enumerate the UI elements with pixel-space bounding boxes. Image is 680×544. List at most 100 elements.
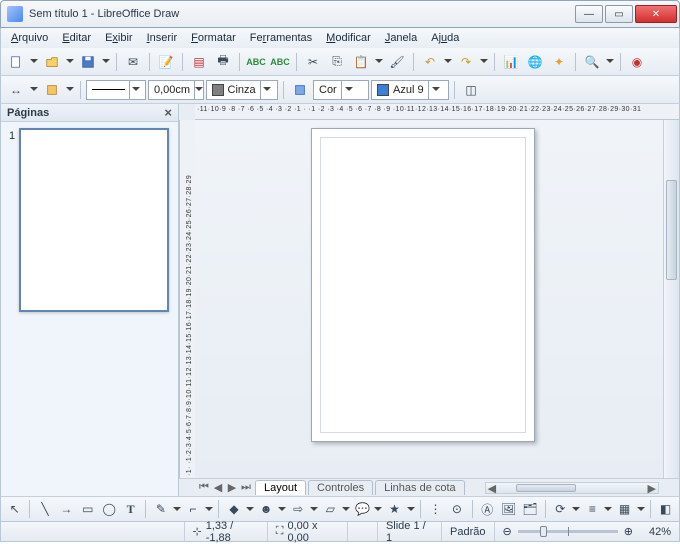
extrusion-tool[interactable]: ◧	[656, 498, 675, 520]
vertical-scrollbar[interactable]	[663, 120, 679, 478]
page[interactable]	[311, 128, 535, 442]
arrange-dropdown[interactable]	[636, 498, 645, 520]
callout-dropdown[interactable]	[374, 498, 383, 520]
zoom-out-icon[interactable]: ⊖	[503, 525, 512, 538]
gallery-tool[interactable]: 🗂	[520, 498, 539, 520]
drawing-canvas[interactable]	[195, 120, 663, 478]
tab-controles[interactable]: Controles	[308, 480, 373, 495]
chart-button[interactable]: 📊	[500, 51, 522, 73]
menu-ajuda[interactable]: Ajuda	[425, 30, 465, 46]
symbol-shapes-dropdown[interactable]	[278, 498, 287, 520]
vertical-ruler[interactable]: ·1· ·1·2·3·4·5·6·7·8·9·10·11·12·13·14·15…	[179, 120, 195, 478]
area-button[interactable]	[289, 79, 311, 101]
callout-tool[interactable]: 💬	[353, 498, 372, 520]
copy-button[interactable]: ⎘	[326, 51, 348, 73]
print-preview-button[interactable]: 🖶	[212, 51, 234, 73]
zoom-value[interactable]: 42%	[641, 522, 679, 541]
connector-tool[interactable]: ⌐	[183, 498, 202, 520]
points-tool[interactable]: ⋮	[426, 498, 445, 520]
zoom-slider[interactable]: ⊖ ⊕	[495, 525, 641, 538]
help-button[interactable]: ◉	[626, 51, 648, 73]
rotate-dropdown[interactable]	[572, 498, 581, 520]
tab-linhas-de-cota[interactable]: Linhas de cota	[375, 480, 465, 495]
glue-tool[interactable]: ⊙	[447, 498, 466, 520]
from-file-tool[interactable]: 🖼	[499, 498, 518, 520]
line-color-combo[interactable]: Cinza	[206, 80, 278, 100]
curve-tool[interactable]: ✎	[151, 498, 170, 520]
cut-button[interactable]: ✂	[302, 51, 324, 73]
arrow-style-button[interactable]: ↔	[5, 79, 27, 101]
redo-button[interactable]: ↷	[455, 51, 477, 73]
undo-button[interactable]: ↶	[419, 51, 441, 73]
save-dropdown[interactable]	[101, 51, 111, 73]
rectangle-tool[interactable]: ▭	[78, 498, 97, 520]
stars-dropdown[interactable]	[406, 498, 415, 520]
save-button[interactable]	[77, 51, 99, 73]
nav-prev-icon[interactable]: ◀	[211, 481, 225, 494]
nav-first-icon[interactable]: ⏮	[197, 481, 211, 494]
select-tool[interactable]: ↖	[5, 498, 24, 520]
menu-modificar[interactable]: Modificar	[320, 30, 377, 46]
paste-dropdown[interactable]	[374, 51, 384, 73]
basic-shapes-dropdown[interactable]	[246, 498, 255, 520]
email-button[interactable]: ✉	[122, 51, 144, 73]
hyperlink-button[interactable]: 🌐	[524, 51, 546, 73]
block-arrows-dropdown[interactable]	[310, 498, 319, 520]
line-style-dropdown[interactable]	[65, 79, 75, 101]
navigator-button[interactable]: ✦	[548, 51, 570, 73]
zoom-in-icon[interactable]: ⊕	[624, 525, 633, 538]
redo-dropdown[interactable]	[479, 51, 489, 73]
format-paintbrush-button[interactable]: 🖌	[386, 51, 408, 73]
curve-dropdown[interactable]	[173, 498, 182, 520]
edit-file-button[interactable]: 📝	[155, 51, 177, 73]
pdf-button[interactable]: ▤	[188, 51, 210, 73]
align-dropdown[interactable]	[604, 498, 613, 520]
minimize-button[interactable]: —	[575, 5, 603, 23]
pages-thumbnails[interactable]: 1	[1, 122, 178, 496]
new-button[interactable]	[5, 51, 27, 73]
arrow-style-dropdown[interactable]	[29, 79, 39, 101]
rotate-tool[interactable]: ⟳	[551, 498, 570, 520]
line-style-button[interactable]	[41, 79, 63, 101]
undo-dropdown[interactable]	[443, 51, 453, 73]
block-arrows-tool[interactable]: ⇨	[289, 498, 308, 520]
horizontal-scrollbar[interactable]: ◀ ▶	[485, 482, 659, 494]
arrange-tool[interactable]: ▦	[615, 498, 634, 520]
menu-arquivo[interactable]: AArquivorquivo	[5, 30, 54, 46]
autospell-button[interactable]: ABC	[269, 51, 291, 73]
menu-ferramentas[interactable]: Ferramentas	[244, 30, 318, 46]
status-style[interactable]: Padrão	[442, 522, 494, 541]
maximize-button[interactable]: ▭	[605, 5, 633, 23]
flowchart-tool[interactable]: ▱	[321, 498, 340, 520]
zoom-button[interactable]: 🔍	[581, 51, 603, 73]
menu-editar[interactable]: Editar	[56, 30, 97, 46]
close-button[interactable]: ✕	[635, 5, 677, 23]
connector-dropdown[interactable]	[205, 498, 214, 520]
shadow-button[interactable]: ◫	[460, 79, 482, 101]
line-pattern-combo[interactable]	[86, 80, 146, 100]
nav-last-icon[interactable]: ⏭	[239, 481, 253, 494]
fill-type-combo[interactable]: Cor	[313, 80, 369, 100]
arrow-tool[interactable]: →	[57, 498, 76, 520]
menu-exibir[interactable]: Exibir	[99, 30, 139, 46]
tab-layout[interactable]: Layout	[255, 480, 306, 495]
line-tool[interactable]: ╲	[35, 498, 54, 520]
symbol-shapes-tool[interactable]: ☻	[256, 498, 275, 520]
align-tool[interactable]: ≡	[583, 498, 602, 520]
open-dropdown[interactable]	[65, 51, 75, 73]
menu-janela[interactable]: Janela	[379, 30, 423, 46]
horizontal-ruler[interactable]: ·11·10·9 ·8 ·7 ·6 ·5 ·4 ·3 ·2 ·1 · ·1 ·2…	[195, 104, 679, 120]
stars-tool[interactable]: ★	[385, 498, 404, 520]
zoom-dropdown[interactable]	[605, 51, 615, 73]
open-button[interactable]	[41, 51, 63, 73]
paste-button[interactable]: 📋	[350, 51, 372, 73]
fill-color-combo[interactable]: Azul 9	[371, 80, 449, 100]
nav-next-icon[interactable]: ▶	[225, 481, 239, 494]
menu-inserir[interactable]: Inserir	[141, 30, 184, 46]
basic-shapes-tool[interactable]: ◆	[224, 498, 243, 520]
ellipse-tool[interactable]: ◯	[100, 498, 119, 520]
fontwork-tool[interactable]: Ⓐ	[478, 498, 497, 520]
flowchart-dropdown[interactable]	[342, 498, 351, 520]
text-tool[interactable]: T	[121, 498, 140, 520]
page-thumbnail-1[interactable]	[19, 128, 169, 312]
